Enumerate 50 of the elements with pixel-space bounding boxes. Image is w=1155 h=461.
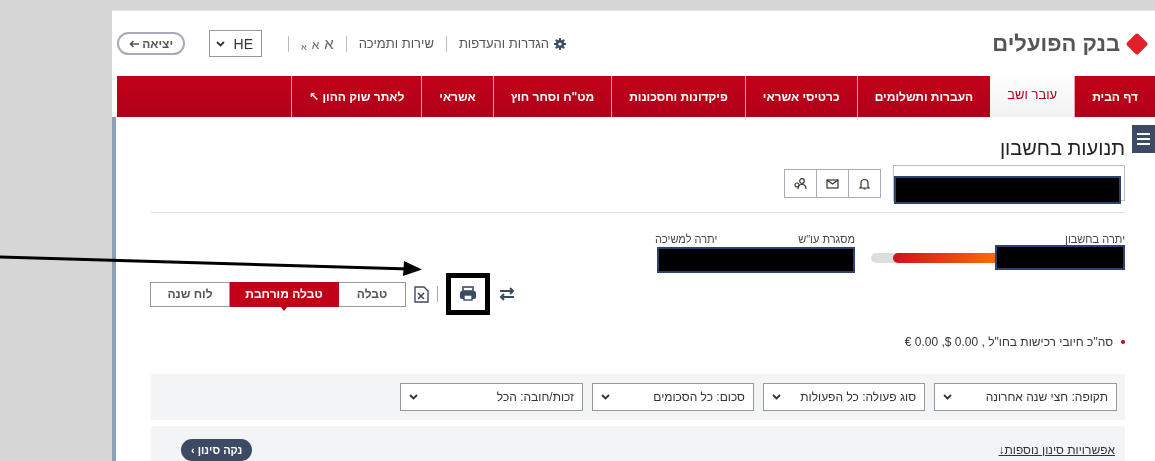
nav-tab[interactable]: מט"ח וסחר חוץ bbox=[492, 76, 612, 117]
language-value: HE bbox=[233, 35, 253, 52]
mail-icon bbox=[826, 176, 839, 190]
clear-filter-button[interactable]: נקה סינון › bbox=[181, 439, 253, 461]
nav-tab[interactable]: פיקדונות וחסכונות bbox=[611, 76, 745, 117]
nav-tab[interactable]: אשראי bbox=[421, 76, 493, 117]
chevron-down-icon bbox=[409, 394, 418, 400]
arrow-left-icon bbox=[129, 39, 139, 48]
settings-link[interactable]: הגדרות והעדפות bbox=[458, 36, 567, 52]
view-tab[interactable]: טבלה bbox=[338, 281, 406, 307]
exit-button[interactable]: יציאה bbox=[117, 32, 185, 56]
person-coin-button[interactable] bbox=[784, 168, 817, 198]
chevron-down-icon bbox=[216, 40, 225, 47]
mail-button[interactable] bbox=[816, 168, 849, 198]
logo-text: בנק הפועלים bbox=[992, 30, 1120, 57]
view-tab[interactable]: לוח שנה bbox=[150, 281, 230, 307]
swap-arrows-icon[interactable] bbox=[498, 286, 516, 302]
chevron-down-icon bbox=[601, 394, 610, 400]
person-coin-icon bbox=[794, 176, 807, 190]
excel-icon[interactable] bbox=[414, 285, 429, 303]
settings-icon bbox=[554, 37, 567, 50]
filter-select[interactable]: תקופה: חצי שנה אחרונה bbox=[934, 383, 1117, 411]
filter-select[interactable]: סכום: כל הסכומים bbox=[592, 383, 754, 411]
balance-label: יתרה בחשבון bbox=[1065, 233, 1125, 245]
language-select[interactable]: HE bbox=[209, 30, 262, 58]
font-size-button[interactable]: א bbox=[324, 35, 334, 53]
filter-select[interactable]: זכות/חובה: הכל bbox=[400, 383, 583, 411]
chevron-down-icon bbox=[943, 394, 952, 400]
balance-label: יתרה למשיכה bbox=[655, 233, 718, 245]
nav-tab[interactable]: העברות ותשלומים bbox=[856, 76, 991, 117]
nav-tab[interactable]: כרטיסי אשראי bbox=[744, 76, 857, 117]
support-link[interactable]: שירות ותמיכה bbox=[358, 36, 434, 52]
filter-select[interactable]: סוג פעולה: כל הפעולות bbox=[763, 383, 925, 411]
bell-icon bbox=[858, 176, 871, 190]
printer-icon[interactable] bbox=[459, 286, 477, 302]
balance-label: מסגרת עו"ש bbox=[798, 233, 855, 245]
filter-value: סכום: כל הסכומים bbox=[653, 390, 745, 404]
filter-value: סוג פעולה: כל הפעולות bbox=[800, 390, 916, 404]
bell-button[interactable] bbox=[848, 168, 881, 198]
filter-value: זכות/חובה: הכל bbox=[496, 390, 574, 404]
font-size-button[interactable]: א bbox=[301, 42, 307, 53]
more-filters-link[interactable]: אפשרויות סינון נוספות↓ bbox=[998, 443, 1115, 457]
bullet-icon bbox=[1121, 340, 1125, 344]
nav-tab[interactable]: לאתר שוק ההון ↖ bbox=[291, 76, 422, 117]
page-title: תנועות בחשבון bbox=[998, 137, 1125, 160]
chevron-down-icon bbox=[772, 394, 781, 400]
account-select[interactable] bbox=[893, 165, 1125, 201]
filter-value: תקופה: חצי שנה אחרונה bbox=[985, 390, 1108, 404]
notice-text: סה"כ חיובי רכישות בחו"ל , 0.00 $, 0.00 € bbox=[904, 335, 1113, 349]
font-size-button[interactable]: א bbox=[311, 38, 320, 53]
